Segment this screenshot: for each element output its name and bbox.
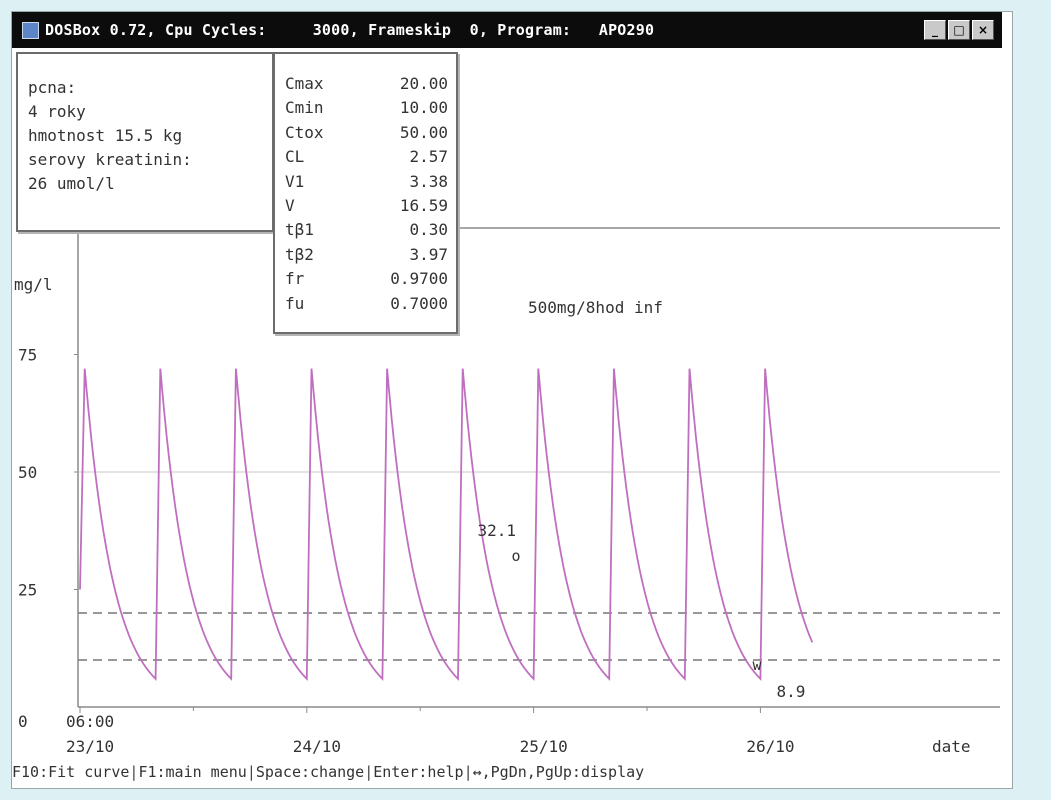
x-tick-date-label: 25/10: [520, 737, 568, 756]
patient-line-age: 4 roky: [28, 102, 86, 121]
param-row-ctox: Ctox 50.00: [275, 121, 456, 145]
param-value: 3.97: [409, 244, 448, 264]
status-item-help[interactable]: Enter:help: [373, 763, 463, 781]
param-row-tb1: tβ1 0.30: [275, 218, 456, 242]
x-tick-date-label: 23/10: [66, 737, 114, 756]
param-label: Ctox: [285, 122, 324, 142]
x-tick-date-label: 26/10: [746, 737, 794, 756]
param-value: 2.57: [409, 147, 448, 167]
x-axis-label: date: [932, 737, 971, 756]
patient-line-creatinine-label: serovy kreatinin:: [28, 150, 192, 169]
param-value: 10.00: [399, 98, 448, 118]
status-separator: |: [246, 763, 256, 781]
concentration-curve: [79, 368, 814, 681]
point-marker: w: [753, 656, 763, 674]
point-label: 32.1: [478, 521, 517, 540]
status-bar: F10:Fit curve | F1:main menu | Space:change |…: [12, 760, 1002, 784]
patient-line-weight: hmotnost 15.5 kg: [28, 126, 183, 145]
param-label: V: [285, 195, 295, 215]
param-label: Cmax: [285, 74, 324, 93]
param-row-fr: fr 0.9700: [275, 267, 456, 291]
param-row-fu: fu 0.7000: [275, 292, 456, 316]
x-tick-date-label: 24/10: [293, 737, 341, 756]
status-separator: |: [129, 763, 139, 781]
param-row-tb2: tβ2 3.97: [275, 243, 456, 267]
reference-lines: [78, 612, 1000, 661]
y-axis-label: mg/l: [14, 275, 53, 294]
param-label: Cmin: [285, 98, 324, 118]
param-label: tβ2: [285, 244, 314, 264]
param-label: fr: [285, 269, 305, 289]
status-item-fit-curve[interactable]: F10:Fit curve: [12, 763, 129, 781]
param-value: 16.59: [399, 195, 448, 215]
param-row-cmax: Cmax 20.00: [275, 72, 456, 96]
y-tick-label: 25: [18, 581, 37, 600]
param-label: CL: [285, 147, 305, 167]
param-value: 50.00: [399, 122, 448, 142]
y-tick-label: 50: [18, 463, 37, 482]
param-label: tβ1: [285, 220, 314, 240]
param-row-v1: V1 3.38: [275, 170, 456, 194]
param-value: 0.30: [409, 220, 448, 240]
param-row-cl: CL 2.57: [275, 145, 456, 169]
pk-parameters-panel: Cmax 20.00 Cmin 10.00 Ctox 50.00 CL 2.57 V1 3…: [273, 52, 458, 334]
point-marker: o: [512, 547, 521, 565]
measured-points: o 32.1 w 8.9: [478, 521, 806, 701]
param-value: 0.7000: [390, 293, 448, 313]
y-axis-ticks: 25 50 75: [18, 346, 78, 600]
status-item-main-menu[interactable]: F1:main menu: [138, 763, 246, 781]
param-value: 20.00: [399, 74, 448, 93]
status-separator: |: [364, 763, 374, 781]
x-axis-ticks: 06:00 23/10 24/10 25/10 26/10: [66, 707, 795, 756]
param-row-v: V 16.59: [275, 194, 456, 218]
x-tick-time-label: 06:00: [66, 712, 114, 731]
param-row-cmin: Cmin 10.00: [275, 96, 456, 120]
status-item-display[interactable]: ↔,PgDn,PgUp:display: [473, 763, 645, 781]
patient-line-name: pcna:: [28, 78, 77, 97]
patient-info-panel: pcna: 4 roky hmotnost 15.5 kg serovy kre…: [16, 52, 274, 232]
param-value: 0.9700: [390, 269, 448, 289]
param-label: fu: [285, 293, 305, 313]
param-label: V1: [285, 171, 305, 191]
status-separator: |: [463, 763, 473, 781]
point-label: 8.9: [777, 682, 806, 701]
y-tick-label: 75: [18, 346, 37, 365]
status-item-change[interactable]: Space:change: [256, 763, 364, 781]
y-tick-label-zero: 0: [18, 712, 28, 731]
patient-line-creatinine-value: 26 umol/l: [28, 174, 115, 193]
dose-annotation: 500mg/8hod inf: [528, 298, 663, 317]
param-value: 3.38: [409, 171, 448, 191]
